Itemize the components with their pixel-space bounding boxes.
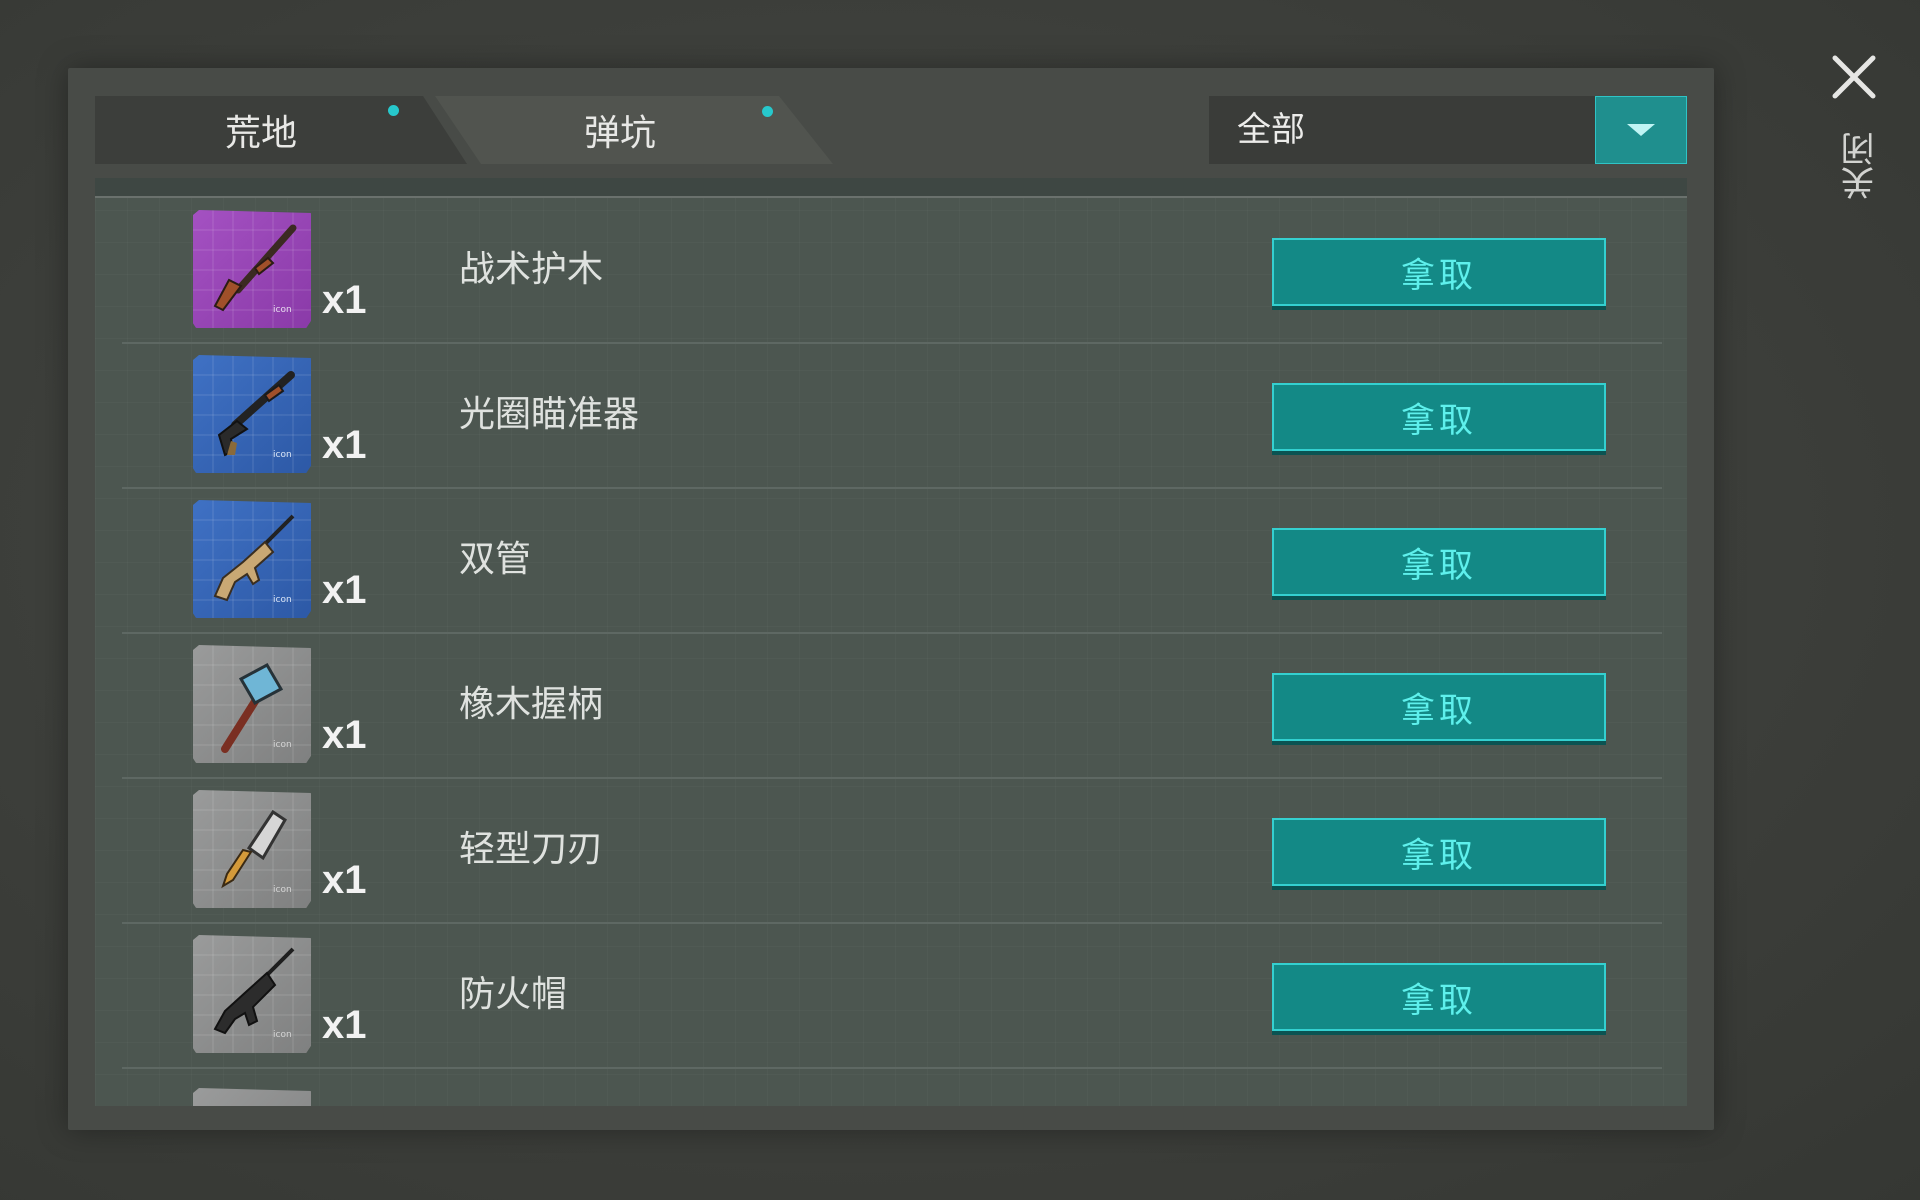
list-scroll-edge (95, 178, 1687, 198)
dropdown-toggle-button[interactable] (1595, 96, 1687, 164)
svg-text:icon: icon (273, 450, 292, 460)
list-item: icon x1 战术护木 拿取 (122, 198, 1662, 344)
close-icon (1832, 55, 1876, 99)
filter-selected-value: 全部 (1237, 110, 1305, 150)
item-name: 光圈瞄准器 (459, 394, 640, 435)
item-quantity: x1 (322, 1003, 367, 1047)
take-button[interactable]: 拿取 (1272, 383, 1606, 451)
pump-shotgun-icon: icon (193, 355, 311, 473)
item-name: 防火帽 (459, 974, 568, 1015)
list-item: icon x1 防火帽 拿取 (122, 923, 1662, 1069)
blueprint-frame: icon (193, 355, 311, 473)
svg-text:icon: icon (273, 305, 292, 315)
item-quantity: x1 (322, 713, 367, 757)
list-item: icon x1 轻型刀刃 拿取 (122, 778, 1662, 924)
loot-panel: 荒地 弹坑 全部 icon x1 战术护木 拿取 icon x1 光圈瞄准器 拿… (68, 68, 1714, 1130)
list-item: icon x1 橡木握柄 拿取 (122, 633, 1662, 779)
blueprint-frame: icon (193, 790, 311, 908)
blueprint-frame (193, 1088, 311, 1106)
item-name: 双管 (459, 539, 532, 580)
list-item: icon x1 光圈瞄准器 拿取 (122, 343, 1662, 489)
tab-crater[interactable]: 弹坑 (435, 96, 833, 164)
shotgun-icon: icon (193, 210, 311, 328)
item-quantity: x1 (322, 278, 367, 322)
svg-text:icon: icon (273, 885, 292, 895)
location-tabs: 荒地 弹坑 (95, 96, 895, 164)
assault-rifle-icon: icon (193, 500, 311, 618)
list-item-partial (122, 1068, 1662, 1106)
rifle-icon: icon (193, 935, 311, 1053)
close-label: 关闭 (1841, 132, 1881, 200)
filter-dropdown[interactable]: 全部 (1209, 96, 1687, 164)
hammer-icon: icon (193, 645, 311, 763)
tab-wasteland-label: 荒地 (224, 113, 297, 154)
tab-wasteland[interactable]: 荒地 (95, 96, 467, 164)
svg-text:icon: icon (273, 740, 292, 750)
notification-dot (762, 106, 773, 117)
item-name: 橡木握柄 (459, 684, 604, 725)
take-button[interactable]: 拿取 (1272, 528, 1606, 596)
svg-text:icon: icon (273, 595, 292, 605)
tab-crater-label: 弹坑 (583, 113, 656, 154)
take-button[interactable]: 拿取 (1272, 238, 1606, 306)
item-name: 轻型刀刃 (459, 829, 604, 870)
blueprint-frame: icon (193, 935, 311, 1053)
chevron-down-icon (1627, 124, 1655, 136)
blueprint-frame: icon (193, 210, 311, 328)
take-button[interactable]: 拿取 (1272, 818, 1606, 886)
take-button[interactable]: 拿取 (1272, 963, 1606, 1031)
list-item: icon x1 双管 拿取 (122, 488, 1662, 634)
item-quantity: x1 (322, 423, 367, 467)
cleaver-icon: icon (193, 790, 311, 908)
item-quantity: x1 (322, 858, 367, 902)
blueprint-frame: icon (193, 645, 311, 763)
item-quantity: x1 (322, 568, 367, 612)
loot-list[interactable]: icon x1 战术护木 拿取 icon x1 光圈瞄准器 拿取 icon x1… (95, 178, 1687, 1106)
item-name: 战术护木 (459, 249, 604, 290)
take-button[interactable]: 拿取 (1272, 673, 1606, 741)
close-button[interactable]: 关闭 (1822, 50, 1886, 220)
notification-dot (388, 105, 399, 116)
svg-text:icon: icon (273, 1030, 292, 1040)
blueprint-frame: icon (193, 500, 311, 618)
